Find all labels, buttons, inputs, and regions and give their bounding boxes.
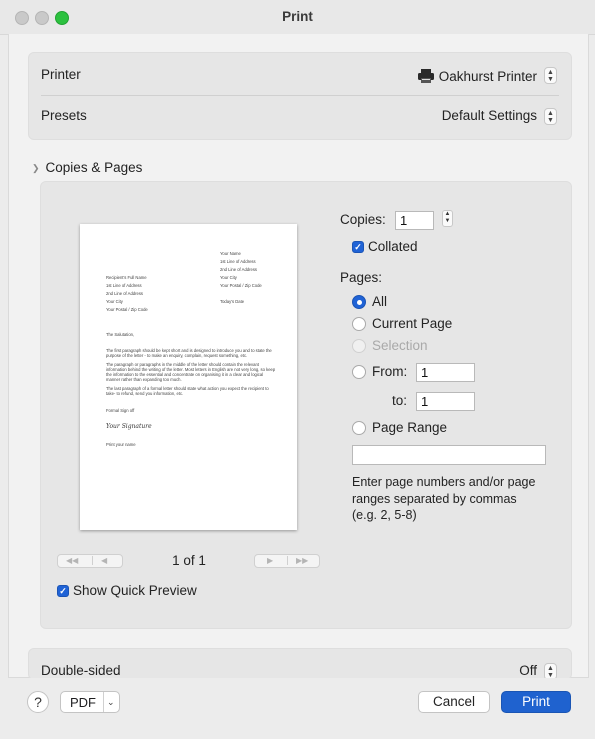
preview-text: Your City (106, 299, 123, 304)
printer-select[interactable]: Oakhurst Printer (417, 67, 537, 84)
preview-text: Formal Sign off (106, 408, 135, 413)
page-preview: Your Name 1st Line of Address 2nd Line o… (80, 224, 297, 530)
page-count: 1 of 1 (172, 553, 206, 568)
collated-label: Collated (368, 239, 418, 254)
preview-prev-buttons: ◀◀ ◀ (57, 554, 123, 568)
double-sided-select[interactable]: Off (519, 663, 537, 678)
preview-next-buttons: ▶ ▶▶ (254, 554, 320, 568)
presets-select[interactable]: Default Settings (442, 108, 537, 123)
chevron-down-icon: ⌄ (107, 697, 115, 707)
to-page-field[interactable]: 1 (416, 392, 475, 411)
printer-icon (417, 69, 434, 83)
preview-text: Your Name (220, 251, 241, 256)
preview-text: 2nd Line of Address (220, 267, 258, 272)
previous-page-icon[interactable]: ◀ (92, 556, 107, 565)
pages-label: Pages: (340, 270, 383, 285)
pages-current-radio[interactable] (352, 317, 366, 331)
page-range-field[interactable] (352, 445, 546, 465)
pages-all-label: All (372, 294, 388, 309)
print-button[interactable]: Print (501, 691, 571, 713)
double-sided-group: Double-sided Off ▲ ▼ (28, 648, 572, 680)
pages-from-radio[interactable] (352, 365, 366, 379)
pages-range-radio[interactable] (352, 421, 366, 435)
pages-current-label: Current Page (372, 316, 453, 331)
preview-text: 1st Line of Address (106, 283, 142, 288)
first-page-icon[interactable]: ◀◀ (66, 556, 78, 565)
pages-range-label: Page Range (372, 420, 448, 435)
preview-signature: Your Signature (106, 423, 152, 430)
divider (41, 95, 559, 96)
preview-text: 1st Line of Address (220, 259, 256, 264)
show-quick-preview-checkbox[interactable]: ✓ (57, 585, 69, 597)
preview-text: Recipient's Full Name (106, 275, 147, 280)
pages-all-radio[interactable] (352, 295, 366, 309)
preview-text: Your Postal / Zip Code (106, 307, 148, 312)
pages-to-label: to: (392, 393, 408, 408)
section-title: Copies & Pages (45, 160, 143, 175)
preview-text: Your City (220, 275, 237, 280)
next-page-icon[interactable]: ▶ (267, 556, 273, 565)
print-dialog: Print Printer Oakhurst Printer ▲ ▼ Preset… (0, 0, 595, 739)
presets-popup-arrows-icon[interactable]: ▲ ▼ (544, 108, 557, 125)
pages-from-label: From: (372, 364, 408, 379)
double-sided-label: Double-sided (41, 663, 121, 678)
pdf-menu-button[interactable]: PDF ⌄ (60, 691, 120, 713)
preview-text: manner rather than expanding too much. (106, 377, 182, 382)
help-button[interactable]: ? (27, 691, 49, 713)
divider (103, 692, 104, 712)
from-page-field[interactable]: 1 (416, 363, 475, 382)
preview-text: Your Postal / Zip Code (220, 283, 262, 288)
preview-text: Print your name (106, 442, 136, 447)
printer-value: Oakhurst Printer (438, 69, 537, 84)
collated-checkbox[interactable]: ✓ (352, 241, 364, 253)
printer-label: Printer (41, 67, 81, 82)
copies-stepper[interactable]: ▲ ▼ (442, 210, 453, 227)
window-title: Print (282, 9, 313, 24)
last-page-icon[interactable]: ▶▶ (287, 556, 308, 565)
preview-text: purpose of the letter - to make an enqui… (106, 353, 248, 358)
preview-text: The Salutation, (106, 332, 135, 337)
printer-popup-arrows-icon[interactable]: ▲ ▼ (544, 67, 557, 84)
title-bar: Print (0, 0, 595, 35)
preview-text: take- to refund, send you information, e… (106, 391, 184, 396)
copies-label: Copies: (340, 212, 386, 227)
pages-selection-label: Selection (372, 338, 428, 353)
chevron-down-icon: ❯ (32, 163, 40, 173)
preview-text: Today's Date (220, 299, 245, 304)
presets-label: Presets (41, 108, 87, 123)
show-quick-preview-label: Show Quick Preview (73, 583, 197, 598)
printer-presets-group: Printer Oakhurst Printer ▲ ▼ Presets Defa… (28, 52, 572, 140)
pages-selection-radio (352, 339, 366, 353)
cancel-button[interactable]: Cancel (418, 691, 490, 713)
copies-pages-section-toggle[interactable]: ❯ Copies & Pages (32, 160, 142, 175)
preview-text: 2nd Line of Address (106, 291, 144, 296)
copies-field[interactable]: 1 (395, 211, 434, 230)
pdf-label: PDF (70, 695, 96, 710)
page-range-hint: Enter page numbers and/or page ranges se… (352, 475, 536, 522)
